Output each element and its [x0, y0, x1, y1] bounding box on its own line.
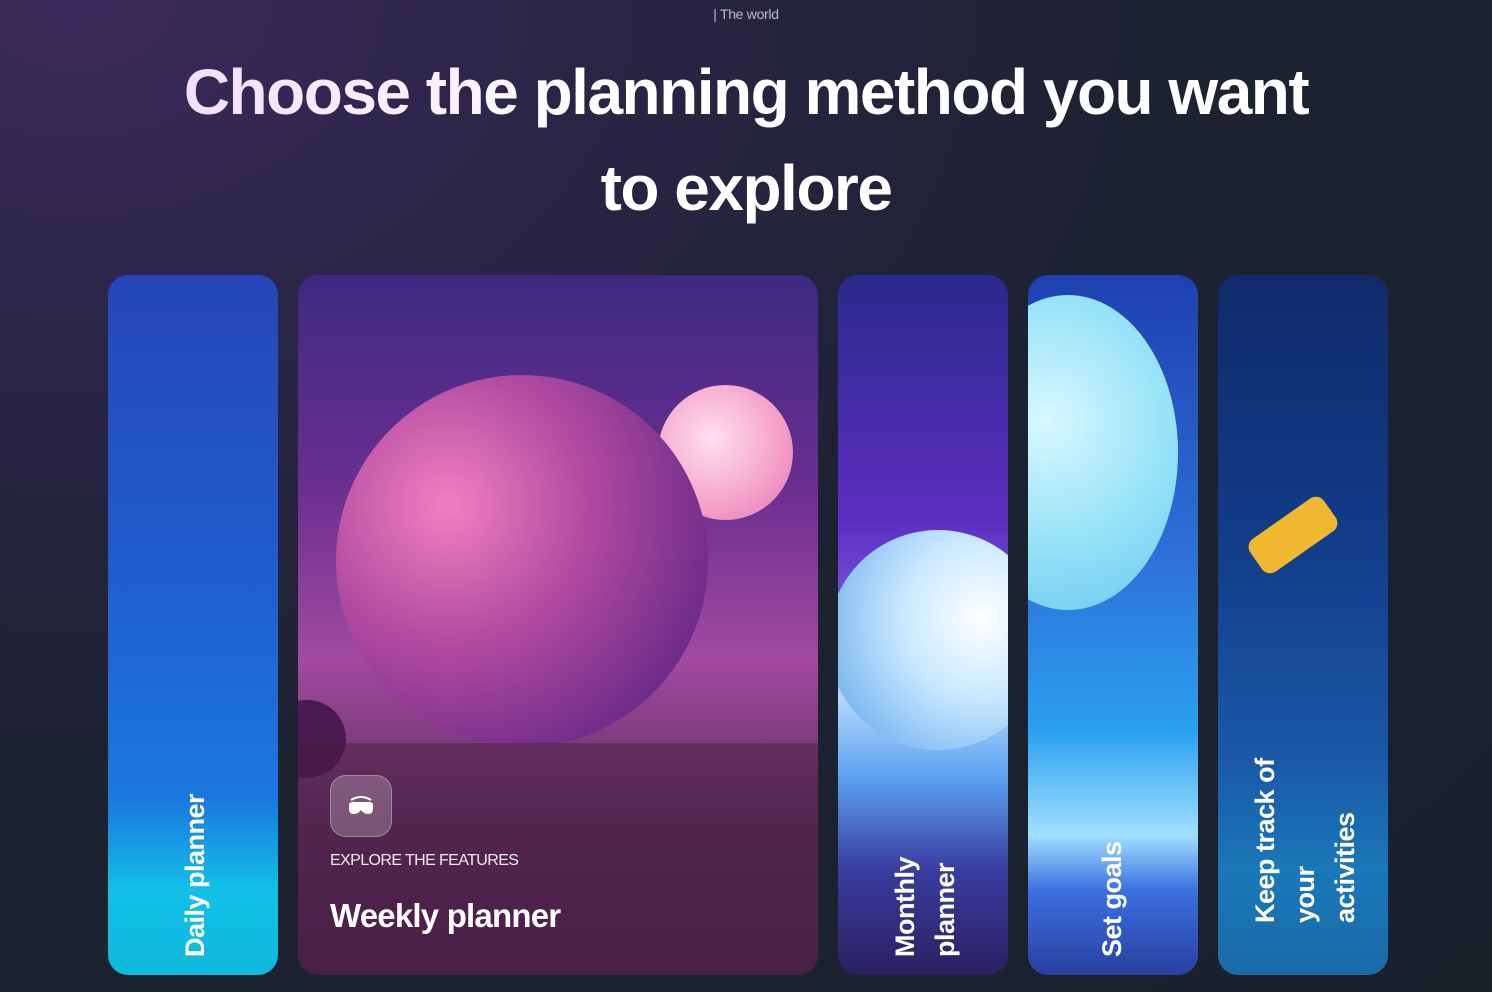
page-title-line-1: Choose the planning method you want: [183, 56, 1309, 128]
card-monthly-planner[interactable]: Monthly planner: [838, 275, 1008, 975]
section-eyebrow: | The world: [713, 6, 779, 22]
card-keep-track[interactable]: Keep track of your activities: [1218, 275, 1388, 975]
moon-illustration: [1028, 295, 1178, 610]
card-label-line: Daily planner: [180, 793, 210, 957]
card-weekly-planner[interactable]: EXPLORE THE FEATURES Weekly planner: [298, 275, 818, 975]
card-label: Monthly planner: [885, 857, 965, 957]
vr-headset-icon: [349, 796, 373, 814]
card-daily-planner[interactable]: Daily planner: [108, 275, 278, 975]
card-label: Keep track of your activities: [1245, 758, 1365, 923]
card-title: Weekly planner: [330, 897, 561, 934]
card-label-line: your: [1290, 866, 1320, 923]
card-label: Set goals: [1092, 841, 1132, 957]
planet-illustration: [838, 530, 1008, 750]
feature-icon-button[interactable]: [330, 775, 392, 837]
planet-illustration: [336, 375, 708, 747]
card-set-goals[interactable]: Set goals: [1028, 275, 1198, 975]
card-label: Daily planner: [175, 794, 215, 957]
card-label-line: Keep track of: [1250, 758, 1280, 923]
card-label-line: Set goals: [1097, 841, 1127, 957]
telescope-illustration: [1244, 492, 1342, 578]
explore-features-label: EXPLORE THE FEATURES: [330, 852, 519, 869]
page-title: Choose the planning method you want to e…: [100, 44, 1392, 236]
page-title-line-2: to explore: [600, 152, 892, 224]
card-label-line: planner: [930, 862, 960, 957]
card-label-line: Monthly: [890, 857, 920, 957]
card-label-line: activities: [1330, 812, 1360, 923]
